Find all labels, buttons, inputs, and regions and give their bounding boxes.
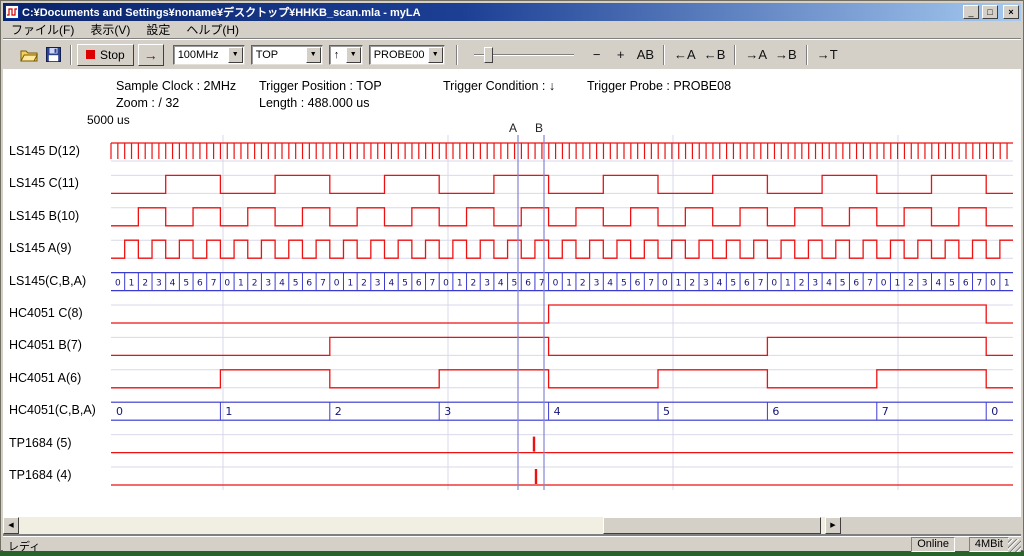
channel-label[interactable]: LS145(C,B,A) — [9, 274, 86, 288]
channel-label[interactable]: HC4051 A(6) — [9, 371, 81, 385]
zoom-slider[interactable] — [472, 44, 576, 66]
scroll-row: ◀ ▶ — [3, 517, 1021, 534]
zoom-info: Zoom : / 32 — [116, 96, 179, 110]
open-folder-icon — [20, 48, 38, 62]
minimize-button[interactable]: _ — [963, 5, 979, 19]
toolbar-separator — [663, 45, 665, 65]
channel-label[interactable]: LS145 D(12) — [9, 144, 80, 158]
menu-settings[interactable]: 設定 — [138, 20, 178, 39]
resize-grip[interactable] — [1008, 539, 1021, 552]
sample-clock-select[interactable]: 100MHz ▼ — [173, 45, 245, 65]
time-ruler-label: 5000 us — [87, 113, 130, 127]
scroll-right-button[interactable]: ▶ — [825, 517, 841, 534]
menu-view[interactable]: 表示(V) — [82, 20, 138, 39]
stop-icon — [86, 50, 95, 59]
trigger-probe-select[interactable]: PROBE00 ▼ — [369, 45, 445, 65]
channel-label[interactable]: LS145 C(11) — [9, 176, 79, 190]
length-info: Length : 488.000 us — [259, 96, 370, 110]
menu-file[interactable]: ファイル(F) — [3, 20, 82, 39]
close-button[interactable]: × — [1003, 5, 1019, 19]
horizontal-scrollbar[interactable]: ◀ ▶ — [3, 517, 841, 534]
waveform-panel — [3, 69, 1021, 517]
scrollbar-track[interactable] — [19, 517, 825, 534]
sample-clock-info: Sample Clock : 2MHz — [116, 79, 236, 93]
scroll-left-button[interactable]: ◀ — [3, 517, 19, 534]
status-online-badge: Online — [911, 537, 955, 552]
trigger-probe-info: Trigger Probe : PROBE08 — [587, 79, 731, 93]
trigger-probe-value: PROBE00 — [370, 49, 427, 61]
trigger-position-value: TOP — [252, 49, 305, 61]
channel-label[interactable]: HC4051(C,B,A) — [9, 403, 96, 417]
stop-label: Stop — [100, 48, 125, 62]
channel-label[interactable]: HC4051 B(7) — [9, 338, 82, 352]
channel-label[interactable]: LS145 A(9) — [9, 241, 72, 255]
statusbar: レディ Online 4MBit — [3, 536, 1021, 551]
status-ready-text: レディ — [8, 538, 40, 554]
ab-cursor-button[interactable]: AB — [633, 44, 658, 66]
trigger-edge-value: ↑ — [330, 49, 345, 61]
cursor-a-label[interactable]: A — [509, 121, 517, 135]
app-window: C:¥Documents and Settings¥noname¥デスクトップ¥… — [0, 0, 1024, 551]
toolbar-separator — [456, 45, 458, 65]
zoom-out-button[interactable]: − — [585, 44, 609, 66]
menubar: ファイル(F) 表示(V) 設定 ヘルプ(H) — [3, 21, 1021, 39]
goto-b-right-button[interactable]: →B — [771, 44, 801, 66]
dropdown-icon[interactable]: ▼ — [306, 47, 321, 63]
cursor-b-label[interactable]: B — [535, 121, 543, 135]
app-icon[interactable] — [5, 5, 19, 19]
toolbar-separator — [734, 45, 736, 65]
open-file-button[interactable] — [17, 44, 41, 66]
channel-label[interactable]: LS145 B(10) — [9, 209, 79, 223]
toolbar: Stop → 100MHz ▼ TOP ▼ ↑ ▼ PROBE00 ▼ − + … — [3, 40, 1021, 69]
toolbar-separator — [70, 45, 72, 65]
goto-a-left-button[interactable]: ←A — [670, 44, 700, 66]
toolbar-separator — [806, 45, 808, 65]
dropdown-icon[interactable]: ▼ — [428, 47, 443, 63]
status-memory-badge: 4MBit — [969, 537, 1009, 552]
maximize-button[interactable]: □ — [982, 5, 998, 19]
titlebar[interactable]: C:¥Documents and Settings¥noname¥デスクトップ¥… — [3, 3, 1021, 21]
channel-label[interactable]: HC4051 C(8) — [9, 306, 83, 320]
window-title: C:¥Documents and Settings¥noname¥デスクトップ¥… — [22, 4, 960, 20]
goto-a-right-button[interactable]: →A — [741, 44, 771, 66]
floppy-disk-icon — [46, 47, 61, 62]
channel-label[interactable]: TP1684 (5) — [9, 436, 72, 450]
slider-thumb[interactable] — [484, 47, 493, 63]
menu-help[interactable]: ヘルプ(H) — [178, 20, 247, 39]
run-arrow-icon: → — [144, 47, 158, 63]
zoom-in-button[interactable]: + — [609, 44, 633, 66]
trigger-position-select[interactable]: TOP ▼ — [251, 45, 323, 65]
trigger-position-info: Trigger Position : TOP — [259, 79, 382, 93]
trigger-edge-select[interactable]: ↑ ▼ — [329, 45, 363, 65]
trigger-condition-info: Trigger Condition : ↓ — [443, 79, 555, 93]
scrollbar-thumb[interactable] — [603, 517, 821, 534]
stop-button[interactable]: Stop — [77, 44, 134, 66]
run-button[interactable]: → — [138, 44, 164, 66]
dropdown-icon[interactable]: ▼ — [346, 47, 361, 63]
dropdown-icon[interactable]: ▼ — [228, 47, 243, 63]
sample-clock-value: 100MHz — [174, 49, 227, 61]
channel-label[interactable]: TP1684 (4) — [9, 468, 72, 482]
goto-b-left-button[interactable]: ←B — [700, 44, 730, 66]
goto-trigger-button[interactable]: →T — [813, 44, 842, 66]
save-button[interactable] — [41, 44, 65, 66]
